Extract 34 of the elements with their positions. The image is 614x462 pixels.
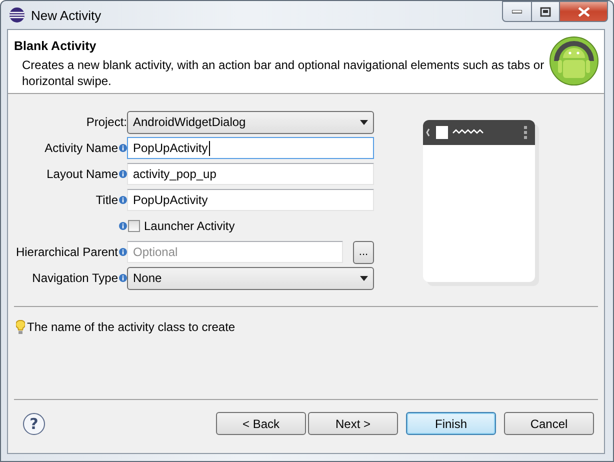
field-label: Title [96, 193, 118, 207]
field-label: Navigation Type [32, 271, 118, 285]
android-logo-icon [549, 34, 599, 88]
app-icon [9, 7, 25, 23]
maximize-button[interactable] [532, 1, 560, 22]
window-title: New Activity [31, 8, 102, 22]
field-label: Hierarchical Parent [16, 245, 118, 259]
help-button[interactable]: ? [23, 412, 45, 434]
dialog-button[interactable]: Finish [406, 412, 496, 435]
close-button[interactable] [560, 1, 608, 22]
checkbox[interactable] [128, 220, 140, 232]
field-label: Activity Name [44, 141, 118, 155]
dropdown[interactable]: AndroidWidgetDialog [127, 110, 374, 134]
dialog-button[interactable]: < Back [216, 412, 306, 435]
caret-icon [360, 120, 368, 124]
minimize-icon [512, 10, 522, 14]
page-description: Creates a new blank activity, with an action bar and optional navigational elements such as tabs or horizontal swipe. [22, 57, 546, 89]
input-field[interactable]: PopUpActivity [127, 137, 374, 159]
maximize-icon [540, 6, 551, 16]
dialog-button[interactable]: Next > [308, 412, 398, 435]
dialog-button[interactable]: Cancel [504, 412, 594, 435]
browse-button[interactable]: ... [353, 240, 374, 264]
field-label: Project: [86, 115, 127, 129]
dropdown[interactable]: None [127, 266, 374, 290]
page-title: Blank Activity [14, 39, 98, 53]
checkbox-label[interactable]: Launcher Activity [144, 219, 235, 233]
input-field[interactable]: PopUpActivity [127, 189, 374, 211]
input-field[interactable]: activity_pop_up [127, 163, 374, 185]
lightbulb-icon [16, 320, 25, 334]
field-label: Layout Name [46, 167, 118, 181]
minimize-button[interactable] [502, 1, 532, 22]
close-icon [578, 6, 590, 16]
caret-icon [360, 276, 368, 280]
hint-text: The name of the activity class to create [27, 320, 236, 334]
